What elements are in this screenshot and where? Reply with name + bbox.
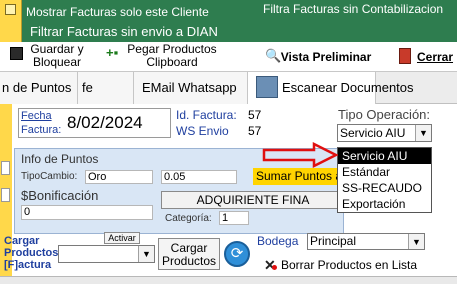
- productos-btn-label: Productos: [161, 254, 217, 268]
- tab-email-whatsapp[interactable]: EMail Whatsapp: [134, 72, 248, 104]
- tipo-operacion-dropdown: Servicio AIU Estándar SS-RECAUDO Exporta…: [337, 147, 432, 213]
- mostrar-facturas-cliente-label[interactable]: Mostrar Facturas solo este Cliente: [26, 5, 209, 19]
- vista-preliminar-button[interactable]: Vista Preliminar: [280, 43, 372, 71]
- refresh-icon[interactable]: ⟳: [224, 241, 250, 267]
- id-factura-label: Id. Factura:: [176, 108, 237, 122]
- record-selector[interactable]: [1, 161, 10, 175]
- bonificacion-label: $Bonificación: [21, 188, 99, 203]
- tipo-cambio-rate-input[interactable]: 0.05: [161, 170, 237, 184]
- paste-plus-icon: +▪: [106, 45, 119, 60]
- chevron-down-icon[interactable]: ▼: [415, 125, 431, 141]
- red-dot-icon: [272, 265, 277, 270]
- fecha-factura-box: Fecha Factura: 8/02/2024: [18, 108, 171, 138]
- cargar-productos-select[interactable]: ▼: [58, 245, 155, 263]
- bloquear-label: Bloquear: [32, 55, 82, 69]
- activar-button[interactable]: Activar: [104, 232, 140, 244]
- record-selector[interactable]: [1, 188, 10, 202]
- bodega-label: Bodega: [257, 234, 299, 248]
- cargar-label: Cargar: [4, 235, 40, 247]
- fecha-factura-input[interactable]: 8/02/2024: [67, 113, 143, 133]
- bonificacion-input[interactable]: 0: [21, 205, 153, 220]
- categoria-input[interactable]: 1: [219, 211, 249, 225]
- ws-envio-label: WS Envio: [176, 124, 229, 138]
- tipo-operacion-label: Tipo Operación:: [338, 107, 431, 122]
- filtrar-dian-label[interactable]: Filtrar Facturas sin envio a DIAN: [30, 24, 218, 39]
- productos-label: Productos: [4, 247, 59, 259]
- tab-bar: n de Puntos fe EMail Whatsapp Escanear D…: [0, 72, 457, 104]
- borrar-productos-button[interactable]: Borrar Productos en Lista: [281, 258, 417, 272]
- option-servicio-aiu[interactable]: Servicio AIU: [338, 148, 431, 164]
- save-icon: [10, 47, 23, 60]
- ws-envio-value: 57: [248, 124, 262, 138]
- option-ss-recaudo[interactable]: SS-RECAUDO: [338, 180, 431, 196]
- filter-checkbox[interactable]: [5, 4, 16, 15]
- exit-door-icon: [399, 48, 411, 64]
- option-estandar[interactable]: Estándar: [338, 164, 431, 180]
- cargar-productos-button[interactable]: Cargar Productos: [158, 238, 220, 270]
- products-grid-header: [0, 276, 457, 284]
- tipo-operacion-selected: Servicio AIU: [340, 126, 406, 140]
- pegar-productos-button[interactable]: Pegar Productos Clipboard: [126, 43, 218, 71]
- factura-label: Factura:: [21, 124, 62, 136]
- filtra-contabilizacion-label[interactable]: Filtra Facturas sin Contabilizacion: [263, 2, 443, 16]
- tipo-operacion-select[interactable]: Servicio AIU ▼: [337, 124, 432, 142]
- bodega-selected: Principal: [310, 234, 357, 248]
- guardar-bloquear-button[interactable]: Guardar y Bloquear: [28, 43, 86, 71]
- tipo-cambio-label: TipoCambio:: [21, 171, 78, 182]
- chevron-down-icon[interactable]: ▼: [408, 234, 424, 249]
- toolbar: Guardar y Bloquear +▪ Pegar Productos Cl…: [0, 42, 457, 72]
- tab-puntos[interactable]: n de Puntos: [0, 72, 78, 104]
- sumar-puntos-button[interactable]: Sumar Puntos a: [253, 168, 345, 185]
- cargar-productos-factura-label: Cargar Productos [F]actura: [4, 235, 58, 271]
- filter-banner: Mostrar Facturas solo este Cliente Filtr…: [0, 0, 457, 42]
- factura-shortcut-label: [F]actura: [4, 259, 52, 271]
- filter-checkbox-column: [0, 0, 22, 42]
- clipboard-label: Clipboard: [146, 55, 198, 69]
- chevron-down-icon[interactable]: ▼: [138, 246, 154, 262]
- bodega-select[interactable]: Principal ▼: [307, 233, 425, 250]
- id-factura-value: 57: [248, 108, 262, 122]
- tab-fe[interactable]: fe: [78, 72, 134, 104]
- cerrar-button[interactable]: Cerrar: [414, 43, 456, 71]
- categoria-label: Categoría:: [165, 213, 212, 224]
- red-arrow-annotation: [262, 142, 338, 168]
- fecha-label: Fecha: [21, 110, 52, 122]
- scanner-icon: [256, 76, 278, 98]
- option-exportacion[interactable]: Exportación: [338, 196, 431, 212]
- tab-escanear-label: Escanear Documentos: [282, 80, 414, 95]
- tipo-cambio-input[interactable]: Oro: [85, 170, 153, 184]
- magnifier-icon: 🔍: [265, 48, 282, 63]
- info-puntos-title: Info de Puntos: [21, 152, 99, 166]
- adquiriente-final-button[interactable]: ADQUIRIENTE FINA: [161, 191, 345, 209]
